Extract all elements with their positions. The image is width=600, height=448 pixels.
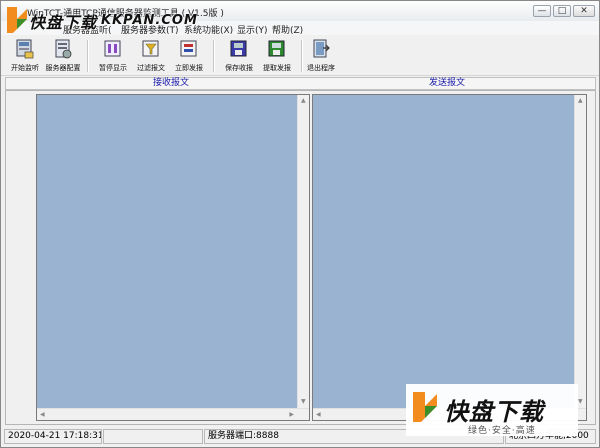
save-received-icon xyxy=(230,40,247,57)
filter-messages-label: 过滤报文 xyxy=(137,64,165,72)
app-window: WinTCT-通用TCP通信服务器监测工具 ( V1.5版 ) — □ ✕ 服务… xyxy=(0,0,600,448)
toolbar-separator xyxy=(87,40,88,72)
watermark-logo-bottom: 快盘下载 绿色·安全·高速 xyxy=(406,384,578,436)
scroll-up-arrow-icon[interactable]: ▲ xyxy=(301,97,306,105)
server-config-icon xyxy=(55,39,72,59)
pause-display-button[interactable]: 暂停显示 xyxy=(93,38,133,76)
receive-horizontal-scrollbar[interactable]: ◀ ▶ xyxy=(37,408,309,420)
save-received-button[interactable]: 保存收报 xyxy=(219,38,259,76)
filter-messages-button[interactable]: 过滤报文 xyxy=(131,38,171,76)
send-now-button[interactable]: 立即发报 xyxy=(169,38,209,76)
server-config-button[interactable]: 服务器配置 xyxy=(43,38,83,76)
scroll-left-arrow-icon[interactable]: ◀ xyxy=(316,411,321,419)
send-panel-header: 发送报文 xyxy=(428,78,465,88)
scroll-down-arrow-icon[interactable]: ▼ xyxy=(301,398,306,406)
status-empty-cell xyxy=(103,429,203,444)
send-messages-pane[interactable]: ▲ ▼ ◀ xyxy=(312,94,587,421)
pause-display-icon xyxy=(104,40,121,57)
leaf-logo-icon xyxy=(413,392,437,422)
exit-program-button[interactable]: 退出程序 xyxy=(301,38,341,76)
scroll-right-arrow-icon[interactable]: ▶ xyxy=(289,411,294,419)
menu-display[interactable]: 显示(Y) xyxy=(237,23,268,36)
send-now-icon xyxy=(180,40,197,57)
watermark-cn-text: 快盘下载 xyxy=(29,13,98,32)
scroll-down-arrow-icon[interactable]: ▼ xyxy=(578,398,583,406)
filter-icon xyxy=(142,40,159,57)
panels-frame: ▲ ▼ ◀ ▶ ▲ ▼ ◀ xyxy=(5,90,596,425)
watermark-bottom-cn-text: 快盘下载 xyxy=(444,398,544,426)
receive-messages-pane[interactable]: ▲ ▼ ◀ ▶ xyxy=(36,94,310,421)
scroll-up-arrow-icon[interactable]: ▲ xyxy=(578,97,583,105)
pause-display-label: 暂停显示 xyxy=(99,64,127,72)
extract-send-button[interactable]: 提取发报 xyxy=(257,38,297,76)
toolbar: 开始监听 服务器配置 暂停显示 过滤报文 立即发报 保存收报 提取发报 退出程序 xyxy=(1,36,599,76)
server-config-label: 服务器配置 xyxy=(45,64,81,72)
watermark-logo-top: 快盘下载 KKPAN.COM xyxy=(1,3,211,37)
save-received-label: 保存收报 xyxy=(225,64,253,72)
minimize-button[interactable]: — xyxy=(533,5,551,17)
status-datetime: 2020-04-21 17:18:31 xyxy=(4,429,102,444)
send-now-label: 立即发报 xyxy=(175,64,203,72)
menu-help[interactable]: 帮助(Z) xyxy=(272,23,303,36)
send-vertical-scrollbar[interactable]: ▲ ▼ xyxy=(574,95,586,408)
receive-panel-header: 接收报文 xyxy=(152,78,189,88)
listen-icon xyxy=(16,39,34,59)
extract-send-icon xyxy=(268,40,285,57)
exit-program-label: 退出程序 xyxy=(307,64,335,72)
extract-send-label: 提取发报 xyxy=(263,64,291,72)
leaf-logo-icon xyxy=(7,7,27,33)
scroll-left-arrow-icon[interactable]: ◀ xyxy=(40,411,45,419)
close-button[interactable]: ✕ xyxy=(573,5,595,17)
watermark-slogan: 绿色·安全·高速 xyxy=(468,426,536,436)
start-listen-button[interactable]: 开始监听 xyxy=(5,38,45,76)
start-listen-label: 开始监听 xyxy=(11,64,39,72)
exit-icon xyxy=(313,39,330,58)
maximize-button[interactable]: □ xyxy=(553,5,571,17)
toolbar-separator xyxy=(213,40,214,72)
receive-vertical-scrollbar[interactable]: ▲ ▼ xyxy=(297,95,309,408)
panel-header-row: 接收报文 发送报文 xyxy=(5,77,596,90)
watermark-en-text: KKPAN.COM xyxy=(101,13,198,28)
